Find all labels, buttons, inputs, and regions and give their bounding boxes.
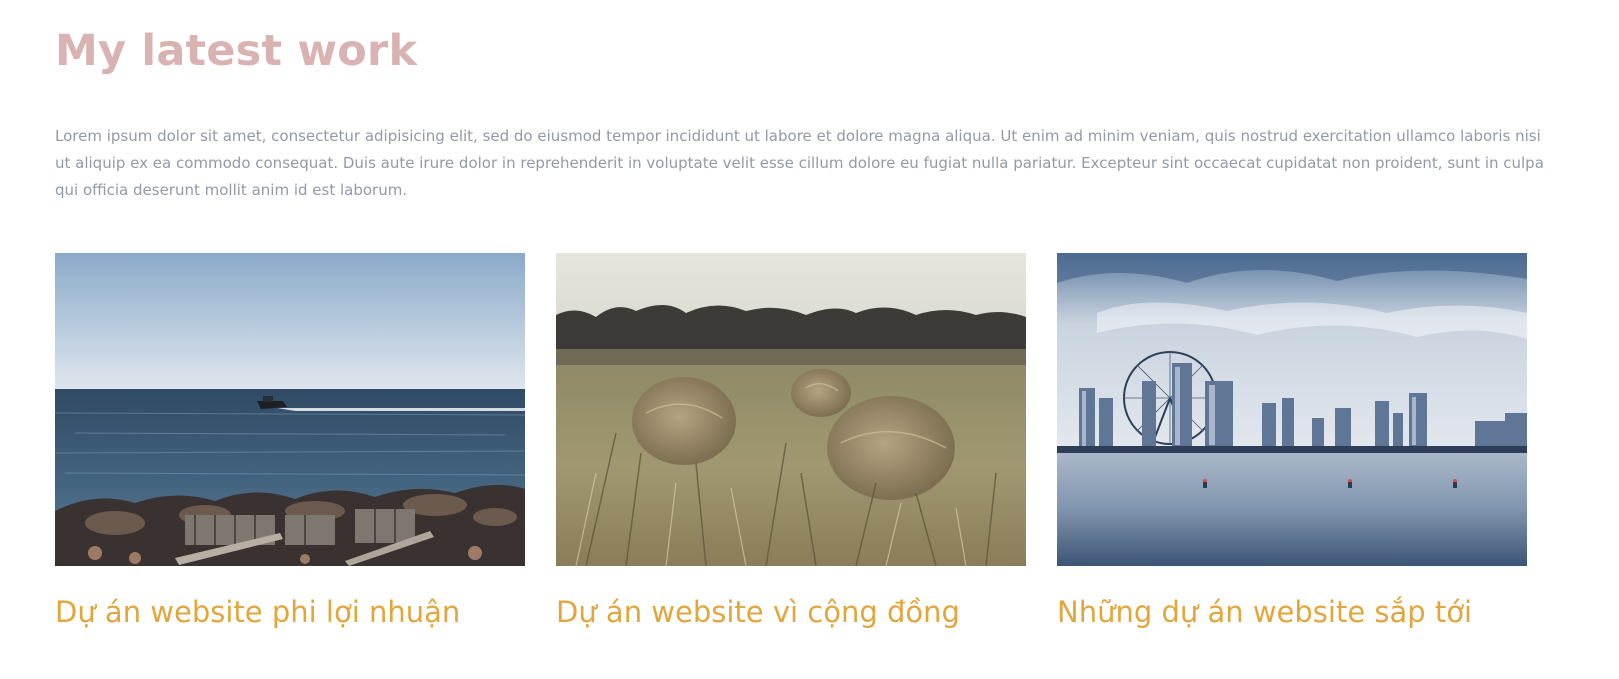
project-card: Dự án website vì cộng đồng: [556, 253, 1026, 630]
project-image-speedboat[interactable]: [55, 253, 525, 566]
section-intro: Lorem ipsum dolor sit amet, consectetur …: [55, 127, 1544, 199]
project-title[interactable]: Những dự án website sắp tới: [1057, 594, 1527, 630]
section-title: My latest work: [55, 26, 418, 76]
project-card: Những dự án website sắp tới: [1057, 253, 1527, 630]
project-image-city-skyline[interactable]: [1057, 253, 1527, 566]
project-card: Dự án website phi lợi nhuận: [55, 253, 525, 630]
project-title[interactable]: Dự án website vì cộng đồng: [556, 594, 1026, 630]
project-title[interactable]: Dự án website phi lợi nhuận: [55, 594, 525, 630]
project-image-hay-bales[interactable]: [556, 253, 1026, 566]
